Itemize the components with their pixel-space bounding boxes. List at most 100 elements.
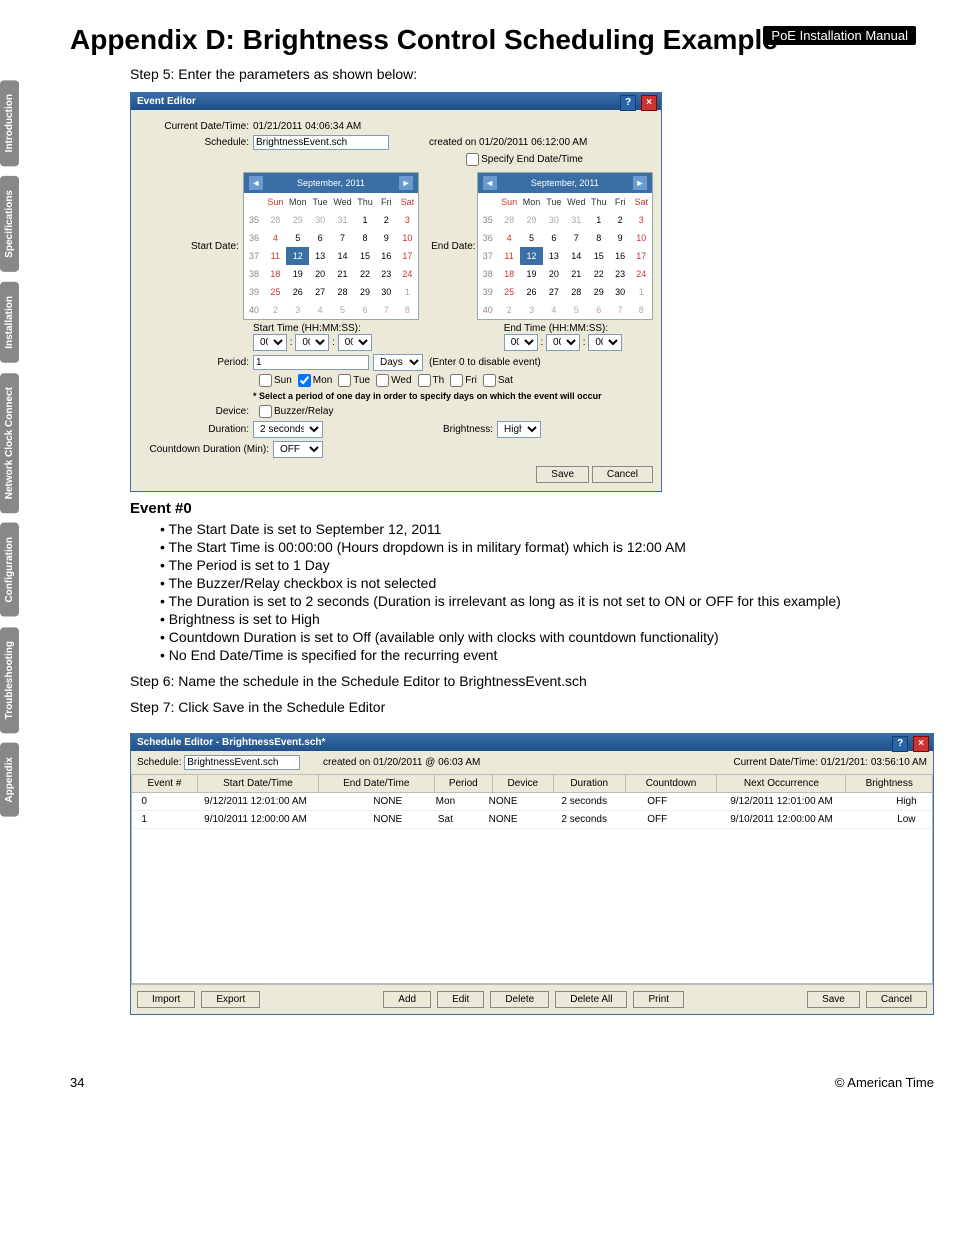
next-month-icon[interactable]: ► xyxy=(632,175,648,191)
calendar-day[interactable]: 13 xyxy=(543,247,565,265)
time-select[interactable]: 00 xyxy=(295,334,329,351)
table-header[interactable]: Device xyxy=(492,775,553,793)
calendar-day[interactable]: 3 xyxy=(286,301,309,319)
table-header[interactable]: Period xyxy=(434,775,492,793)
calendar-day[interactable]: 2 xyxy=(498,301,520,319)
delete-button[interactable]: Delete xyxy=(490,991,549,1008)
calendar-day[interactable]: 18 xyxy=(498,265,520,283)
calendar-day[interactable]: 19 xyxy=(286,265,309,283)
calendar-day[interactable]: 8 xyxy=(630,301,652,319)
schedule-input[interactable] xyxy=(253,135,389,150)
calendar-day[interactable]: 30 xyxy=(376,283,397,301)
calendar-day[interactable]: 1 xyxy=(588,211,610,229)
nav-tab[interactable]: Troubleshooting xyxy=(0,627,19,733)
calendar-day[interactable]: 6 xyxy=(309,229,331,247)
calendar-day[interactable]: 14 xyxy=(331,247,354,265)
table-header[interactable]: Event # xyxy=(132,775,198,793)
calendar-day[interactable]: 30 xyxy=(309,211,331,229)
nav-tab[interactable]: Specifications xyxy=(0,176,19,272)
device-checkbox[interactable] xyxy=(259,405,272,418)
calendar-day[interactable]: 11 xyxy=(264,247,286,265)
calendar-day[interactable]: 28 xyxy=(264,211,286,229)
sched-save-button[interactable]: Save xyxy=(807,991,860,1008)
calendar-day[interactable]: 10 xyxy=(630,229,652,247)
calendar-day[interactable]: 19 xyxy=(520,265,543,283)
calendar-day[interactable]: 17 xyxy=(397,247,419,265)
calendar-day[interactable]: 7 xyxy=(331,229,354,247)
calendar-day[interactable]: 16 xyxy=(610,247,631,265)
table-header[interactable]: End Date/Time xyxy=(318,775,434,793)
calendar-day[interactable]: 5 xyxy=(286,229,309,247)
calendar-day[interactable]: 6 xyxy=(354,301,376,319)
calendar-day[interactable]: 29 xyxy=(286,211,309,229)
export-button[interactable]: Export xyxy=(201,991,260,1008)
table-header[interactable]: Brightness xyxy=(846,775,933,793)
calendar-day[interactable]: 7 xyxy=(565,229,588,247)
delete-all-button[interactable]: Delete All xyxy=(555,991,627,1008)
end-calendar[interactable]: ◄September, 2011►SunMonTueWedThuFriSat35… xyxy=(477,172,653,320)
day-checkbox[interactable] xyxy=(418,374,431,387)
calendar-day[interactable]: 3 xyxy=(397,211,419,229)
calendar-day[interactable]: 15 xyxy=(354,247,376,265)
calendar-day[interactable]: 1 xyxy=(397,283,419,301)
calendar-day[interactable]: 7 xyxy=(610,301,631,319)
prev-month-icon[interactable]: ◄ xyxy=(482,175,498,191)
calendar-day[interactable]: 20 xyxy=(543,265,565,283)
close-icon[interactable]: × xyxy=(641,95,657,111)
calendar-day[interactable]: 31 xyxy=(331,211,354,229)
end-time-selects[interactable]: 00 : 00 : 00 xyxy=(504,337,623,348)
calendar-day[interactable]: 18 xyxy=(264,265,286,283)
calendar-day[interactable]: 5 xyxy=(520,229,543,247)
table-header[interactable]: Start Date/Time xyxy=(197,775,318,793)
calendar-day[interactable]: 23 xyxy=(610,265,631,283)
calendar-day[interactable]: 15 xyxy=(588,247,610,265)
calendar-day[interactable]: 25 xyxy=(498,283,520,301)
edit-button[interactable]: Edit xyxy=(437,991,484,1008)
calendar-day[interactable]: 28 xyxy=(565,283,588,301)
calendar-day[interactable]: 3 xyxy=(520,301,543,319)
nav-tab[interactable]: Installation xyxy=(0,282,19,363)
time-select[interactable]: 00 xyxy=(338,334,372,351)
start-time-selects[interactable]: 00 : 00 : 00 xyxy=(253,337,372,348)
calendar-day[interactable]: 12 xyxy=(286,247,309,265)
calendar-day[interactable]: 28 xyxy=(498,211,520,229)
save-button[interactable]: Save xyxy=(536,466,589,483)
calendar-day[interactable]: 9 xyxy=(376,229,397,247)
calendar-day[interactable]: 27 xyxy=(543,283,565,301)
calendar-day[interactable]: 13 xyxy=(309,247,331,265)
calendar-day[interactable]: 8 xyxy=(397,301,419,319)
calendar-day[interactable]: 2 xyxy=(264,301,286,319)
calendar-day[interactable]: 17 xyxy=(630,247,652,265)
calendar-day[interactable]: 12 xyxy=(520,247,543,265)
calendar-day[interactable]: 5 xyxy=(565,301,588,319)
day-checkbox[interactable] xyxy=(338,374,351,387)
calendar-day[interactable]: 1 xyxy=(630,283,652,301)
brightness-select[interactable]: High xyxy=(497,421,541,438)
table-row[interactable]: 19/10/2011 12:00:00 AMNONESatNONE2 secon… xyxy=(132,811,932,829)
day-checkbox[interactable] xyxy=(376,374,389,387)
calendar-day[interactable]: 25 xyxy=(264,283,286,301)
print-button[interactable]: Print xyxy=(633,991,684,1008)
sched-schedule-input[interactable] xyxy=(184,755,300,770)
close-icon[interactable]: × xyxy=(913,736,929,752)
calendar-day[interactable]: 28 xyxy=(331,283,354,301)
nav-tab[interactable]: Configuration xyxy=(0,523,19,617)
calendar-day[interactable]: 4 xyxy=(264,229,286,247)
calendar-day[interactable]: 29 xyxy=(354,283,376,301)
cancel-button[interactable]: Cancel xyxy=(592,466,653,483)
calendar-day[interactable]: 20 xyxy=(309,265,331,283)
calendar-day[interactable]: 22 xyxy=(588,265,610,283)
time-select[interactable]: 00 xyxy=(504,334,538,351)
calendar-day[interactable]: 30 xyxy=(610,283,631,301)
period-unit-select[interactable]: Days xyxy=(373,354,423,371)
calendar-day[interactable]: 24 xyxy=(397,265,419,283)
calendar-day[interactable]: 8 xyxy=(354,229,376,247)
sched-cancel-button[interactable]: Cancel xyxy=(866,991,927,1008)
next-month-icon[interactable]: ► xyxy=(398,175,414,191)
nav-tab[interactable]: Introduction xyxy=(0,80,19,166)
calendar-day[interactable]: 30 xyxy=(543,211,565,229)
period-input[interactable] xyxy=(253,355,369,370)
calendar-day[interactable]: 6 xyxy=(588,301,610,319)
calendar-day[interactable]: 4 xyxy=(309,301,331,319)
specify-end-checkbox[interactable] xyxy=(466,153,479,166)
